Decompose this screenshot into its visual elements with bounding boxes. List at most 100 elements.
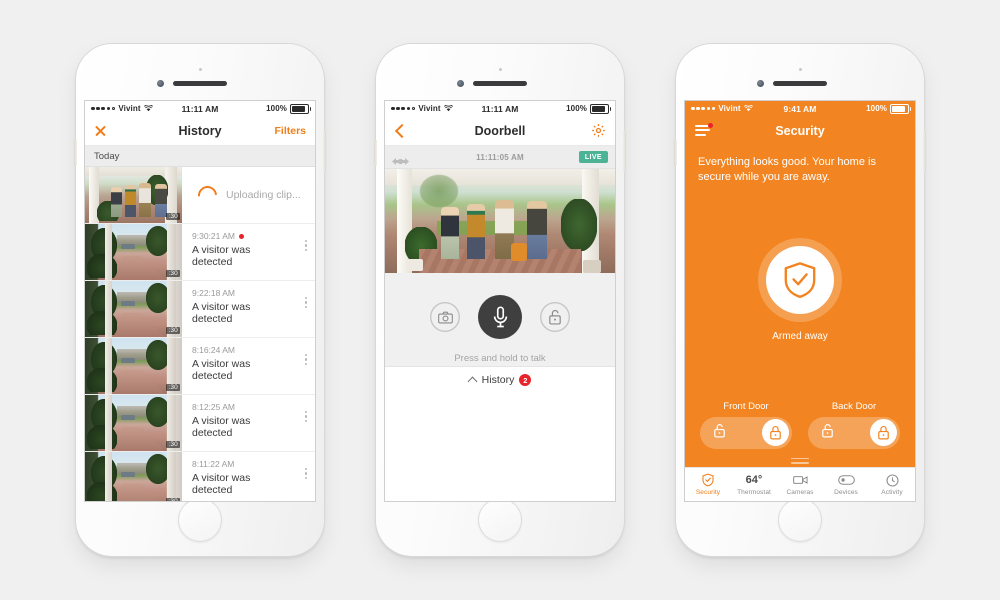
event-thumbnail[interactable]: :30 <box>85 167 182 223</box>
status-bar-left: Vivint <box>91 104 153 113</box>
clip-duration-badge: :30 <box>166 327 180 334</box>
microphone-icon[interactable] <box>478 295 522 339</box>
event-thumbnail[interactable]: :30 <box>85 224 182 280</box>
event-description: A visitor was detected <box>192 243 251 269</box>
section-header-today: Today <box>85 146 315 167</box>
status-bar: Vivint 9:41 AM 100% <box>685 101 915 116</box>
screen-doorbell: Vivint 11:11 AM 100% Doorbell 11:11:05 A… <box>385 101 615 501</box>
event-details: 8:12:25 AM A visitor was detected <box>182 395 315 451</box>
table-row[interactable]: :30 9:30:21 AM A visitor was detected <box>85 224 315 281</box>
event-thumbnail[interactable]: :30 <box>85 452 182 501</box>
list-item-uploading[interactable]: :30 Uploading clip... <box>85 167 315 224</box>
doorbell-camera-image <box>385 169 615 273</box>
status-bar-left: Vivint <box>391 104 453 113</box>
history-drawer-button[interactable]: History 2 <box>385 366 615 393</box>
wifi-icon <box>143 105 153 112</box>
carrier-label: Vivint <box>718 104 741 113</box>
camera-icon[interactable] <box>430 302 460 332</box>
carrier-label: Vivint <box>418 104 441 113</box>
clip-duration-badge: :30 <box>166 441 180 448</box>
screenshot-canvas: Vivint 11:11 AM 100% History Filters Tod… <box>0 0 1000 600</box>
event-thumbnail[interactable]: :30 <box>85 395 182 451</box>
page-title: Security <box>775 123 825 138</box>
back-chevron-icon[interactable] <box>394 125 406 137</box>
drag-handle-icon[interactable] <box>791 457 809 467</box>
arm-status-widget[interactable]: Armed away <box>685 179 915 401</box>
event-time-row: 8:11:22 AM <box>192 459 307 469</box>
history-nav-bar: History Filters <box>85 116 315 146</box>
unlock-icon[interactable] <box>821 423 834 443</box>
filters-button[interactable]: Filters <box>274 125 306 137</box>
kebab-menu-icon[interactable] <box>304 411 307 422</box>
tab-cameras[interactable]: Cameras <box>777 474 823 496</box>
event-time-row: 8:12:25 AM <box>192 402 307 412</box>
kebab-menu-icon[interactable] <box>304 240 307 251</box>
clip-duration-badge: :30 <box>166 498 180 501</box>
lock-toggle[interactable] <box>700 416 792 449</box>
phone-device-history: Vivint 11:11 AM 100% History Filters Tod… <box>74 44 326 556</box>
doorbell-nav-bar: Doorbell <box>385 116 615 146</box>
table-row[interactable]: :30 8:11:22 AM A visitor was detected <box>85 452 315 501</box>
status-bar-right: 100% <box>866 103 911 114</box>
tab-activity[interactable]: Activity <box>869 473 915 496</box>
lock-icon[interactable] <box>762 419 789 447</box>
timeline-bar: 11:11:05 AM LIVE <box>385 146 615 169</box>
earpiece-speaker <box>173 81 227 86</box>
tab-security[interactable]: Security <box>685 473 731 496</box>
event-timestamp: 8:12:25 AM <box>192 402 236 412</box>
tab-label: Security <box>695 488 721 496</box>
shield-check-icon[interactable] <box>766 245 834 314</box>
lock-icon[interactable] <box>870 419 897 447</box>
unlock-icon[interactable] <box>713 423 726 443</box>
status-bar-right: 100% <box>266 103 311 114</box>
home-button[interactable] <box>478 498 522 542</box>
history-label: History <box>481 374 515 386</box>
history-list[interactable]: :30 Uploading clip... :30 9:30:21 AM A v… <box>85 167 315 501</box>
battery-full-icon <box>290 103 311 114</box>
battery-percent-label: 100% <box>266 104 287 113</box>
front-camera <box>457 80 464 87</box>
event-time-row: 9:22:18 AM <box>192 288 307 298</box>
chevron-up-icon <box>469 376 477 384</box>
event-time-row: 9:30:21 AM <box>192 231 307 241</box>
lock-label: Front Door <box>723 400 769 412</box>
live-video-feed[interactable] <box>385 169 615 273</box>
table-row[interactable]: :30 9:22:18 AM A visitor was detected <box>85 281 315 338</box>
status-badge: 2 <box>519 374 532 386</box>
ambient-sensor <box>799 68 802 71</box>
event-details: 8:16:24 AM A visitor was detected <box>182 338 315 394</box>
kebab-menu-icon[interactable] <box>304 297 307 308</box>
event-description: A visitor was detected <box>192 357 251 383</box>
lock-toggle[interactable] <box>808 416 900 449</box>
event-thumbnail[interactable]: :30 <box>85 281 182 337</box>
unread-dot-icon <box>239 233 245 239</box>
front-camera <box>757 80 764 87</box>
event-thumbnail[interactable]: :30 <box>85 338 182 394</box>
kebab-menu-icon[interactable] <box>304 354 307 365</box>
home-button[interactable] <box>178 498 222 542</box>
event-description: A visitor was detected <box>192 300 251 326</box>
clip-duration-badge: :30 <box>166 384 180 391</box>
arm-status-label: Armed away <box>772 330 828 342</box>
clip-duration-badge: :30 <box>166 270 180 277</box>
close-icon[interactable] <box>94 124 107 137</box>
tab-thermostat[interactable]: 64° Thermostat <box>731 474 777 496</box>
tab-label: Cameras <box>786 488 814 496</box>
status-bar: Vivint 11:11 AM 100% <box>385 101 615 116</box>
home-button[interactable] <box>778 498 822 542</box>
tab-devices[interactable]: Devices <box>823 474 869 496</box>
gear-icon[interactable] <box>591 123 606 138</box>
screen-security: Vivint 9:41 AM 100% Security Everything … <box>685 101 915 501</box>
table-row[interactable]: :30 8:16:24 AM A visitor was detected <box>85 338 315 395</box>
table-row[interactable]: :30 8:12:25 AM A visitor was detected <box>85 395 315 452</box>
uploading-status: Uploading clip... <box>182 167 315 223</box>
door-locks-section: Front Door Back Door <box>685 401 915 449</box>
event-timestamp: 9:30:21 AM <box>192 231 236 241</box>
unlock-icon[interactable] <box>540 302 570 332</box>
kebab-menu-icon[interactable] <box>304 468 307 479</box>
talk-hint-label: Press and hold to talk <box>454 353 546 364</box>
hamburger-menu-icon[interactable] <box>695 122 713 136</box>
tab-label: Devices <box>834 488 858 496</box>
security-panel: Vivint 9:41 AM 100% Security Everything … <box>685 101 915 501</box>
screen-history: Vivint 11:11 AM 100% History Filters Tod… <box>85 101 315 501</box>
